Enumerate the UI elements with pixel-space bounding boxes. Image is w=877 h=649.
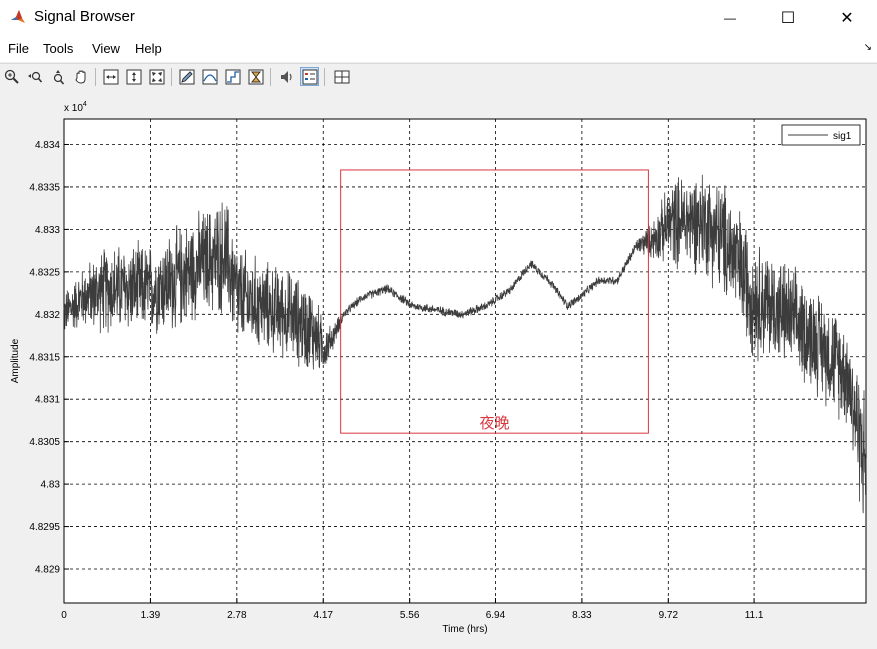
y-tick-label: 4.83 (41, 480, 61, 491)
x-tick-label: 8.33 (572, 610, 592, 621)
x-tick-label: 11.1 (745, 610, 764, 621)
y-axis-label: Amplitude (10, 338, 21, 383)
x-tick-label: 0 (61, 610, 67, 621)
exponent-label: x 104 (64, 101, 87, 114)
y-tick-label: 4.8315 (29, 352, 60, 363)
x-tick-label: 5.56 (400, 610, 420, 621)
night-annotation-label: 夜晚 (480, 415, 510, 432)
y-tick-label: 4.829 (35, 565, 60, 576)
x-tick-label: 4.17 (314, 610, 334, 621)
x-tick-label: 6.94 (486, 610, 506, 621)
x-tick-label: 1.39 (141, 610, 161, 621)
y-tick-label: 4.8305 (29, 437, 60, 448)
legend[interactable]: sig1 (781, 124, 861, 146)
y-tick-label: 4.832 (35, 310, 60, 321)
x-tick-label: 2.78 (227, 610, 247, 621)
signal-chart[interactable]: 0 1.39 2.78 4.17 5.56 6.94 8.33 9.72 11.1 4.829 4.… (0, 0, 877, 649)
y-tick-label: 4.831 (35, 395, 60, 406)
axes-box[interactable] (63, 118, 867, 604)
x-axis-label: Time (hrs) (442, 624, 487, 635)
legend-label-sig1: sig1 (833, 131, 852, 142)
y-tick-label: 4.8295 (29, 522, 60, 533)
x-tick-label: 9.72 (659, 610, 679, 621)
y-tick-label: 4.8325 (29, 267, 60, 278)
y-tick-label: 4.833 (35, 225, 60, 236)
y-tick-label: 4.8335 (29, 182, 60, 193)
y-tick-label: 4.834 (35, 140, 60, 151)
